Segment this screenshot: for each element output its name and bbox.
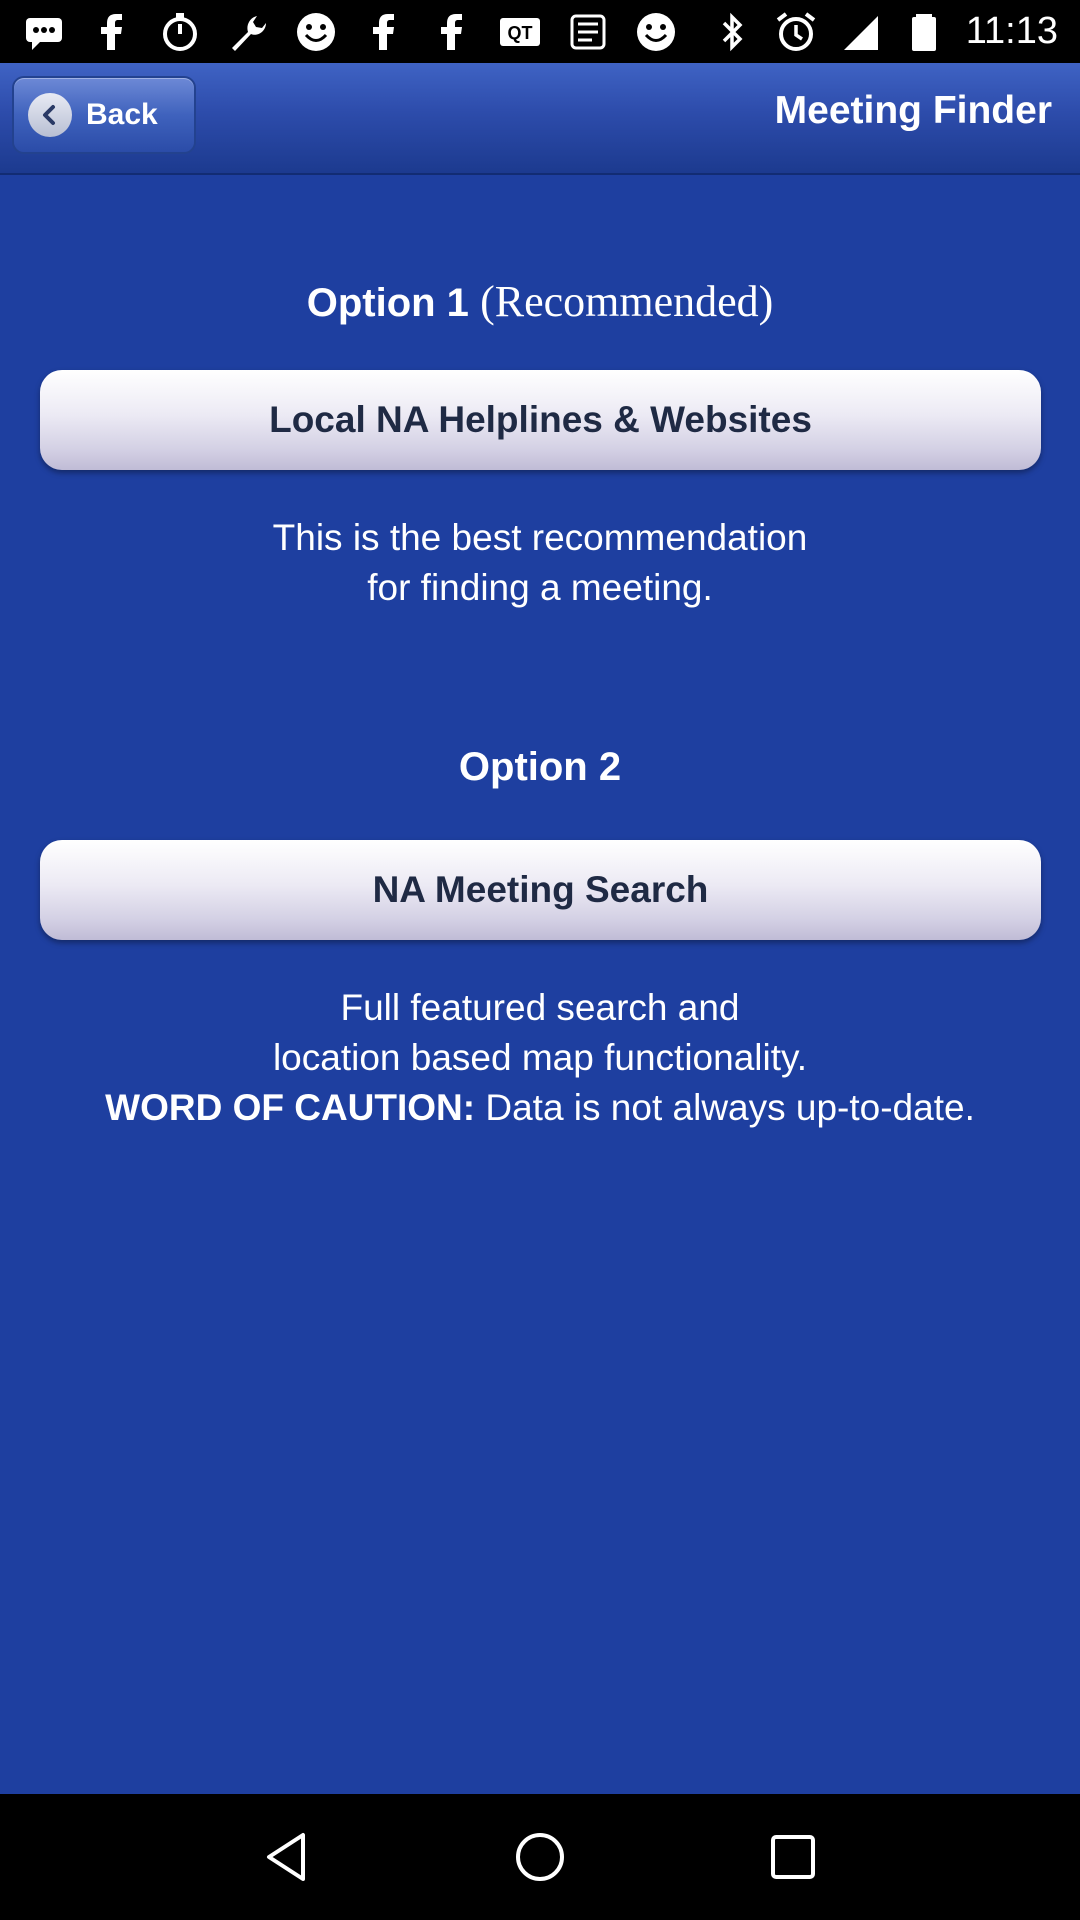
smiley-icon: [294, 10, 338, 54]
option1-recommended-label: (Recommended): [480, 277, 774, 326]
option1-heading: Option 1 (Recommended): [0, 276, 1080, 327]
facebook-icon: [90, 10, 134, 54]
na-meeting-search-button-label: NA Meeting Search: [372, 869, 709, 910]
timer-icon: [158, 10, 202, 54]
smiley-icon: [634, 10, 678, 54]
option1-description: This is the best recommendation for find…: [0, 513, 1080, 613]
recents-square-icon[interactable]: [763, 1827, 823, 1887]
status-bar: QT 11:13: [0, 0, 1080, 63]
app-screen: Back Meeting Finder Option 1 (Recommende…: [0, 63, 1080, 1794]
home-circle-icon[interactable]: [510, 1827, 570, 1887]
wrench-icon: [226, 10, 270, 54]
option1-desc-line2: for finding a meeting.: [367, 567, 713, 608]
na-meeting-search-button[interactable]: NA Meeting Search: [40, 840, 1041, 940]
caution-text: Data is not always up-to-date.: [485, 1087, 975, 1128]
option2-desc-line1: Full featured search and: [340, 987, 740, 1028]
option2-desc-line2: location based map functionality.: [272, 1037, 808, 1078]
local-helplines-button[interactable]: Local NA Helplines & Websites: [40, 370, 1041, 470]
status-time: 11:13: [965, 10, 1058, 52]
option1-label: Option 1: [306, 281, 469, 325]
option2-description: Full featured search and location based …: [0, 983, 1080, 1133]
qt-icon: QT: [498, 10, 542, 54]
back-label: Back: [86, 98, 158, 131]
messaging-icon: [22, 10, 66, 54]
caution-line: WORD OF CAUTION: Data is not always up-t…: [0, 1083, 1080, 1133]
alarm-icon: [774, 10, 818, 54]
status-right-icons: 11:13: [710, 10, 1058, 54]
back-triangle-icon[interactable]: [257, 1827, 317, 1887]
battery-icon: [902, 10, 946, 54]
facebook-icon: [430, 10, 474, 54]
back-button[interactable]: Back: [12, 76, 196, 154]
chevron-left-icon: [28, 93, 72, 137]
app-icon: [566, 10, 610, 54]
system-navigation-bar: [0, 1794, 1080, 1920]
facebook-icon: [362, 10, 406, 54]
status-left-icons: QT: [22, 10, 678, 54]
bluetooth-icon: [710, 10, 754, 54]
signal-icon: [838, 10, 882, 54]
navigation-bar: Back Meeting Finder: [0, 63, 1080, 175]
page-title: Meeting Finder: [774, 89, 1052, 132]
option1-desc-line1: This is the best recommendation: [272, 517, 808, 558]
svg-text:QT: QT: [508, 23, 533, 43]
option2-heading: Option 2: [0, 745, 1080, 790]
option2-label: Option 2: [458, 745, 622, 789]
local-helplines-button-label: Local NA Helplines & Websites: [269, 399, 812, 440]
caution-label: WORD OF CAUTION:: [105, 1087, 476, 1128]
